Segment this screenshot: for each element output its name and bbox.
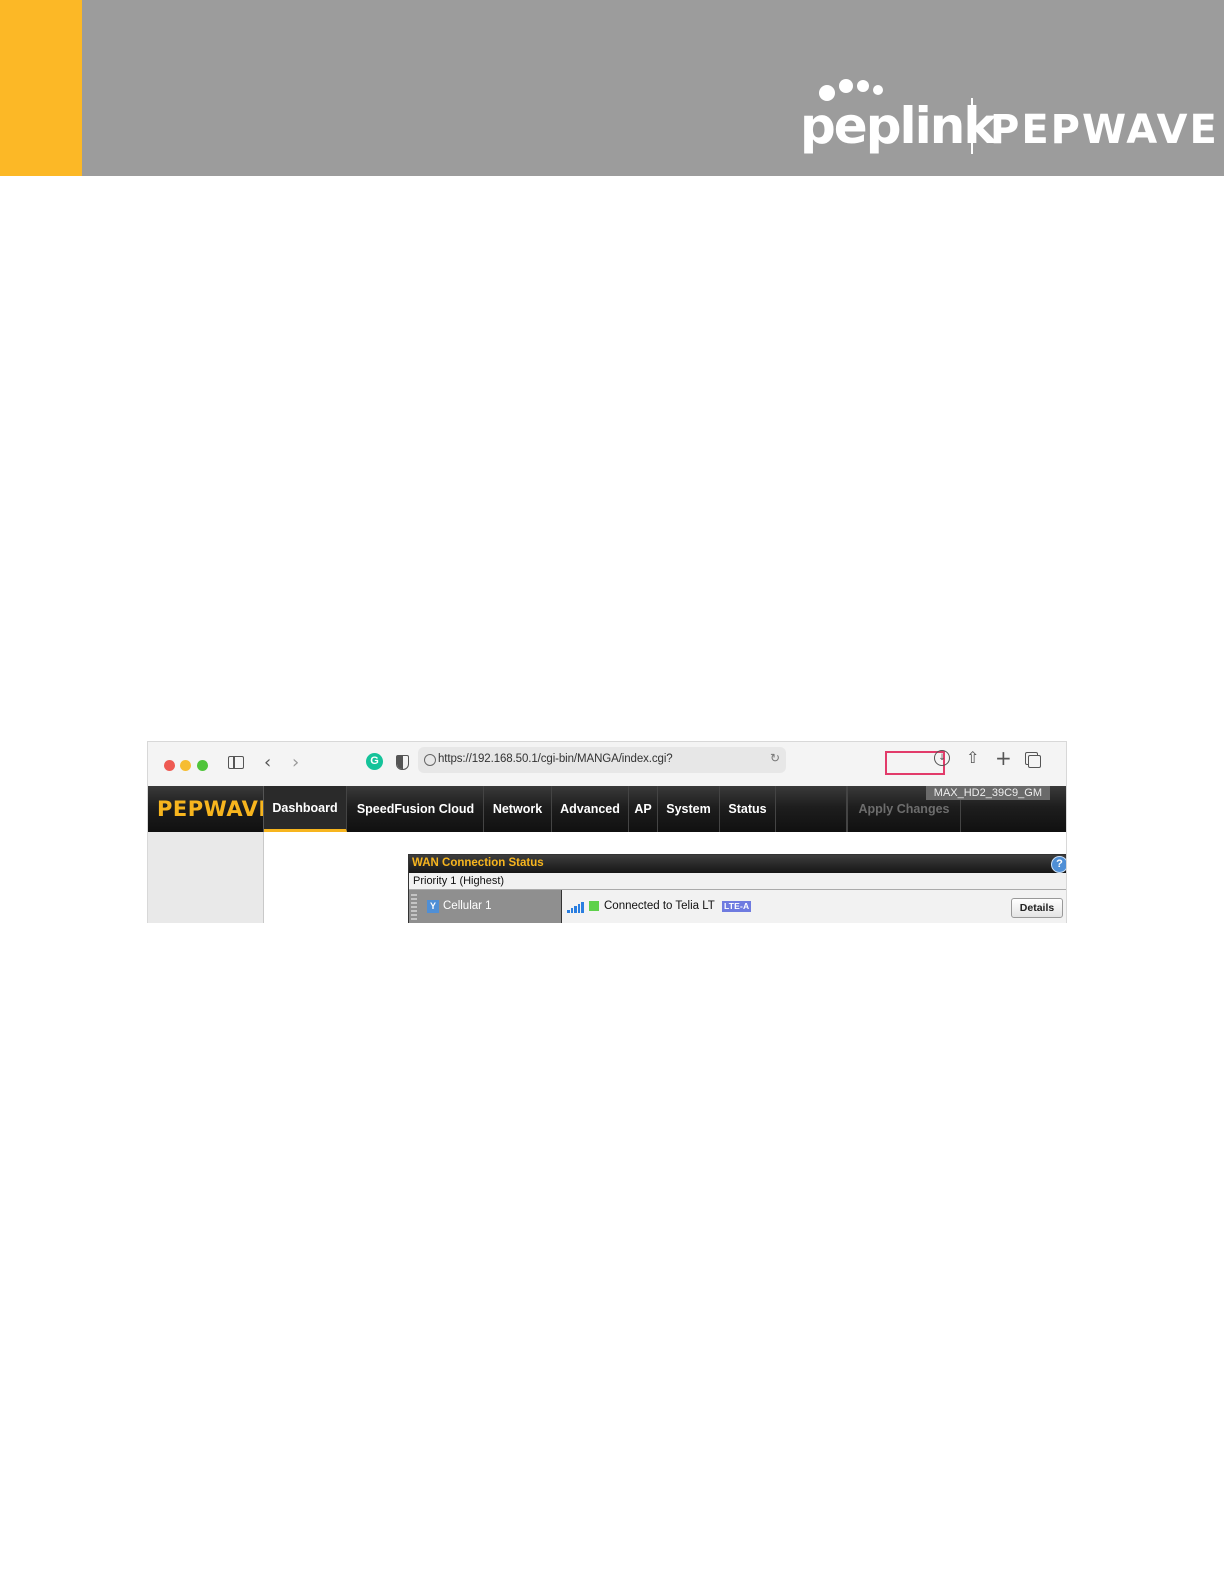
nav-tab-speedfusion-cloud[interactable]: SpeedFusion Cloud	[348, 786, 484, 832]
wan-name: Cellular 1	[443, 900, 492, 912]
panel-title: WAN Connection Status	[412, 857, 544, 869]
nav-tab-status[interactable]: Status	[720, 786, 776, 832]
wan-name-cell[interactable]: Y Cellular 1	[409, 890, 562, 923]
wan-connection-status-panel: WAN Connection Status ? Priority 1 (High…	[408, 854, 1066, 923]
nav-tab-dashboard[interactable]: Dashboard	[264, 786, 347, 832]
page-header: peplink PEPWAVE	[0, 0, 1224, 176]
app-sidebar	[148, 832, 264, 923]
brand-peplink-wordmark: peplink	[800, 97, 997, 155]
wan-status-text: Connected to Telia LT	[604, 900, 715, 912]
brand-logo: peplink PEPWAVE	[800, 72, 1217, 162]
brand-pepwave-wordmark: PEPWAVE	[990, 107, 1219, 153]
priority-row: Priority 1 (Highest)	[409, 873, 1066, 890]
download-icon[interactable]: ↓	[934, 750, 950, 766]
browser-toolbar: ‹ › G https://192.168.50.1/cgi-bin/MANGA…	[148, 742, 1066, 786]
back-icon[interactable]: ‹	[264, 752, 271, 773]
pepwave-logo[interactable]: PEPWAVE	[157, 797, 273, 821]
forward-icon[interactable]: ›	[292, 752, 299, 773]
signal-strength-icon	[567, 902, 584, 913]
brand-divider	[971, 98, 973, 154]
address-bar[interactable]: https://192.168.50.1/cgi-bin/MANGA/index…	[418, 747, 945, 775]
app-navigation-bar: PEPWAVE Dashboard SpeedFusion Cloud Netw…	[148, 786, 1066, 832]
help-icon[interactable]: ?	[1051, 856, 1066, 873]
shield-icon[interactable]	[396, 755, 409, 770]
device-name-label: MAX_HD2_39C9_GM	[925, 786, 1050, 800]
cellular-antenna-icon: Y	[427, 900, 439, 913]
nav-tab-ap[interactable]: AP	[629, 786, 658, 832]
header-accent-bar	[0, 0, 82, 176]
details-button[interactable]: Details	[1011, 898, 1063, 918]
globe-icon	[424, 754, 436, 766]
nav-tab-system[interactable]: System	[658, 786, 720, 832]
url-text[interactable]: https://192.168.50.1/cgi-bin/MANGA/index…	[438, 753, 673, 765]
share-icon[interactable]: ⇧	[966, 748, 979, 767]
technology-badge: LTE-A	[722, 901, 752, 912]
panel-header: WAN Connection Status ?	[409, 855, 1066, 873]
grammarly-icon[interactable]: G	[366, 753, 383, 770]
priority-label: Priority 1 (Highest)	[413, 875, 505, 887]
close-window-button[interactable]	[164, 760, 175, 771]
minimize-window-button[interactable]	[180, 760, 191, 771]
embedded-screenshot: ‹ › G https://192.168.50.1/cgi-bin/MANGA…	[147, 741, 1067, 923]
nav-tab-network[interactable]: Network	[484, 786, 552, 832]
wan-connection-row: Y Cellular 1 Connected to Telia LT LTE-A…	[409, 890, 1066, 923]
nav-tab-advanced[interactable]: Advanced	[552, 786, 629, 832]
status-indicator-icon	[589, 901, 599, 911]
nav-spacer	[776, 786, 847, 832]
reload-icon[interactable]: ↻	[770, 751, 780, 765]
tabs-overview-icon[interactable]	[1025, 752, 1041, 768]
drag-handle-icon[interactable]	[411, 894, 417, 921]
new-tab-icon[interactable]: +	[995, 746, 1012, 770]
zoom-window-button[interactable]	[197, 760, 208, 771]
app-content: WAN Connection Status ? Priority 1 (High…	[264, 832, 1066, 923]
sidebar-icon[interactable]	[228, 756, 244, 769]
